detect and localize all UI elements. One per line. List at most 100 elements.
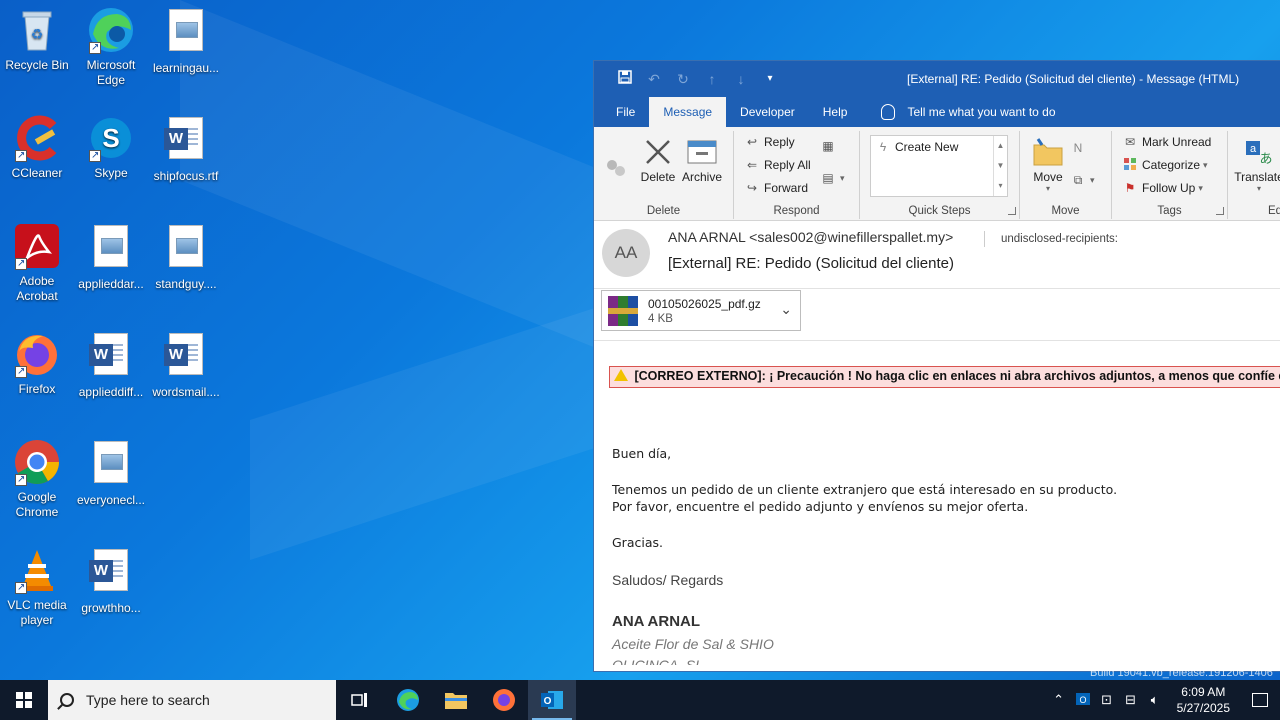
redo-icon[interactable]: ↻ <box>672 68 694 90</box>
svg-text:♻: ♻ <box>31 26 44 42</box>
desktop-icon-edge[interactable]: Microsoft Edge <box>74 6 148 88</box>
edge-icon <box>397 689 419 711</box>
tell-me-text: Tell me what you want to do <box>907 105 1056 119</box>
start-button[interactable] <box>0 680 48 720</box>
show-hidden-icons-icon[interactable]: ⌃ <box>1047 692 1071 708</box>
desktop-icon-label: applieddar... <box>78 277 144 291</box>
actions-button[interactable]: ⧉ ▾ <box>1070 173 1095 187</box>
ribbon: Delete Archive Delete ↩ Reply ⇐ Reply Al… <box>594 127 1280 221</box>
ccleaner-icon <box>13 114 61 163</box>
svg-text:O: O <box>1079 695 1086 705</box>
word-file-icon: W <box>87 333 135 381</box>
image-file-icon <box>87 441 135 489</box>
outlook-tray-icon[interactable]: O <box>1071 692 1095 709</box>
attachment-size: 4 KB <box>648 313 673 325</box>
reply-icon: ↩ <box>746 135 758 149</box>
mark-unread-label: Mark Unread <box>1142 135 1212 149</box>
tab-message[interactable]: Message <box>649 97 727 127</box>
quick-steps-gallery[interactable]: ϟ Create New ▲ ▼ ▾ <box>870 135 1008 197</box>
move-group: Move ▾ N ⧉ ▾ Move <box>1020 131 1112 219</box>
categorize-button[interactable]: Categorize ▾ <box>1122 158 1208 172</box>
desktop-icon-acrobat[interactable]: Adobe Acrobat <box>0 222 74 304</box>
chrome-icon <box>13 438 61 487</box>
mark-unread-button[interactable]: ✉ Mark Unread <box>1122 135 1211 149</box>
desktop-icon-standguy[interactable]: standguy.... <box>149 222 223 292</box>
desktop-icon-vlc[interactable]: VLC media player <box>0 546 74 628</box>
customize-toolbar-icon[interactable]: ▾ <box>759 68 781 90</box>
ignore-icon[interactable] <box>602 157 632 182</box>
save-icon[interactable] <box>614 68 636 90</box>
desktop-icon-applieddar[interactable]: applieddar... <box>74 222 148 292</box>
network-icon[interactable]: ⊟ <box>1119 692 1143 708</box>
tab-developer[interactable]: Developer <box>726 97 809 127</box>
dialog-launcher-icon[interactable] <box>1216 207 1224 215</box>
desktop-icon-skype[interactable]: S Skype <box>74 114 148 181</box>
task-view-button[interactable] <box>336 680 384 720</box>
desktop-icon-label: Skype <box>94 166 128 180</box>
respond-group-label: Respond <box>773 205 820 217</box>
tab-help[interactable]: Help <box>809 97 862 127</box>
attachment[interactable]: 00105026025_pdf.gz 4 KB ⌄ <box>601 290 801 331</box>
taskbar-search[interactable]: Type here to search <box>48 680 336 720</box>
more-respond-button[interactable]: ▤ ▾ <box>820 171 844 185</box>
translate-button[interactable]: aあ Translate ▾ <box>1234 137 1280 193</box>
volume-icon[interactable]: 🔈︎ <box>1143 692 1167 708</box>
search-placeholder: Type here to search <box>86 692 210 708</box>
desktop-icon-shipfocus[interactable]: W shipfocus.rtf <box>149 114 223 184</box>
body-line-2: Por favor, encuentre el pedido adjunto y… <box>612 499 1029 514</box>
tell-me-search[interactable]: Tell me what you want to do <box>867 97 1069 127</box>
desktop-icon-label: growthho... <box>81 601 141 615</box>
categorize-icon <box>1122 158 1138 172</box>
desktop-icon-label: Firefox <box>18 382 56 396</box>
taskbar-file-explorer[interactable] <box>432 680 480 720</box>
avatar[interactable]: AA <box>602 229 650 277</box>
reply-button[interactable]: ↩ Reply <box>744 135 795 149</box>
gallery-scroll[interactable]: ▲ ▼ ▾ <box>993 136 1007 196</box>
meeting-reply-button[interactable]: ▦ <box>820 139 840 153</box>
desktop-icon-growthho[interactable]: W growthho... <box>74 546 148 616</box>
desktop-icon-everyonecl[interactable]: everyonecl... <box>74 438 148 508</box>
desktop-icon-label: applieddiff... <box>78 385 144 399</box>
desktop-icon-chrome[interactable]: Google Chrome <box>0 438 74 520</box>
ribbon-tabs: File Message Developer Help Tell me what… <box>594 97 1280 127</box>
desktop-icon-applieddiff[interactable]: W applieddiff... <box>74 330 148 400</box>
tags-group: ✉ Mark Unread Categorize ▾ ⚑ Follow Up ▾ T… <box>1112 131 1228 219</box>
desktop-icon-ccleaner[interactable]: CCleaner <box>0 114 74 181</box>
move-folder-icon <box>1033 138 1063 166</box>
onenote-button[interactable]: N <box>1070 141 1090 155</box>
flag-icon: ⚑ <box>1124 181 1136 195</box>
reply-all-icon: ⇐ <box>746 158 758 172</box>
delete-group: Delete Archive Delete <box>594 131 734 219</box>
follow-up-button[interactable]: ⚑ Follow Up ▾ <box>1122 181 1203 195</box>
delete-button[interactable]: Delete <box>640 137 676 184</box>
desktop-icon-wordsmail[interactable]: W wordsmail.... <box>149 330 223 400</box>
desktop-icon-label: learningau... <box>152 61 220 75</box>
clock[interactable]: 6:09 AM 5/27/2025 <box>1167 684 1240 716</box>
meeting-icon: ▦ <box>822 139 834 153</box>
notifications-button[interactable] <box>1240 680 1280 720</box>
taskbar-edge[interactable] <box>384 680 432 720</box>
reply-all-button[interactable]: ⇐ Reply All <box>744 158 811 172</box>
desktop-icon-recycle-bin[interactable]: ♻ Recycle Bin <box>0 6 74 73</box>
desktop-icon-label: everyonecl... <box>76 493 146 507</box>
device-tray-icon[interactable]: ⊡ <box>1095 692 1119 708</box>
delete-icon <box>646 140 670 164</box>
undo-icon[interactable]: ↶ <box>643 68 665 90</box>
create-new-quick-step[interactable]: ϟ Create New <box>875 140 959 154</box>
dialog-launcher-icon[interactable] <box>1008 207 1016 215</box>
next-item-icon[interactable]: ↓ <box>730 68 752 90</box>
chevron-down-icon[interactable]: ⌄ <box>780 301 792 318</box>
editing-group-label: Editi <box>1268 205 1280 217</box>
sender[interactable]: ANA ARNAL <sales002@winefillerspallet.my… <box>668 229 953 245</box>
taskbar-firefox[interactable] <box>480 680 528 720</box>
archive-button[interactable]: Archive <box>680 137 724 184</box>
tab-file[interactable]: File <box>602 97 649 127</box>
taskbar-outlook[interactable]: O <box>528 680 576 720</box>
forward-button[interactable]: ↪ Forward <box>744 181 808 195</box>
desktop-icon-firefox[interactable]: Firefox <box>0 330 74 397</box>
attachment-name: 00105026025_pdf.gz <box>648 297 761 311</box>
desktop-icon-learningau[interactable]: learningau... <box>149 6 223 76</box>
move-button[interactable]: Move ▾ <box>1028 137 1068 193</box>
previous-item-icon[interactable]: ↑ <box>701 68 723 90</box>
recipients[interactable]: undisclosed-recipients: <box>1001 233 1118 245</box>
